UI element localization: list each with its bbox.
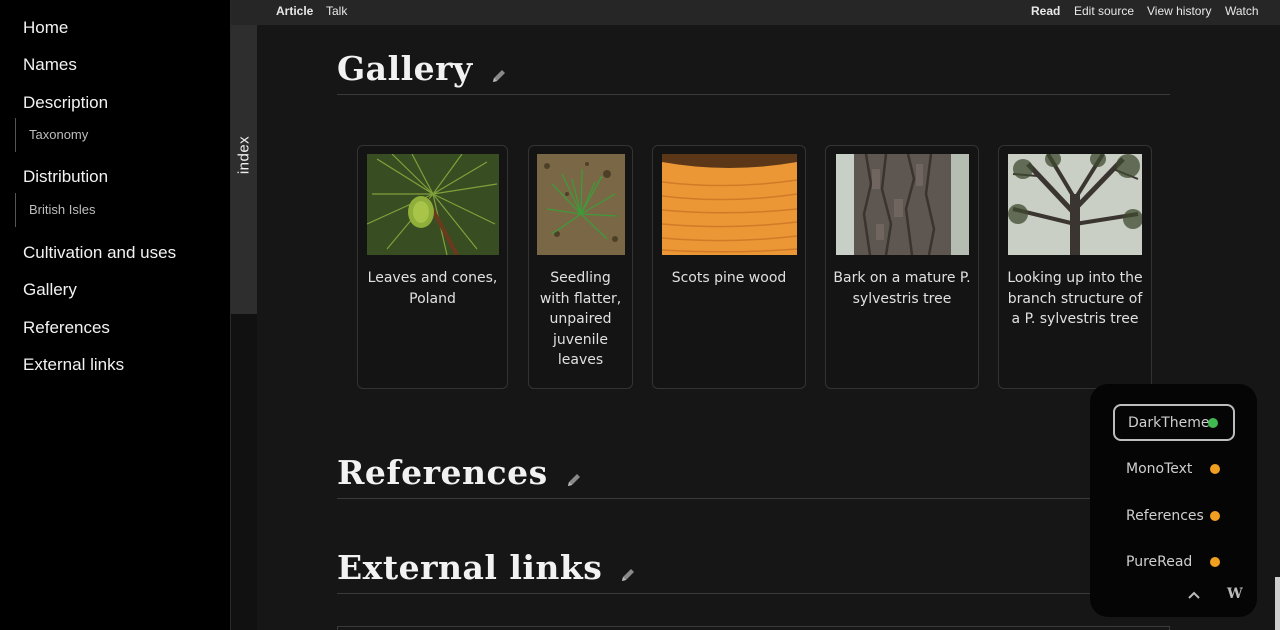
gallery-caption: Leaves and cones, Poland bbox=[367, 270, 498, 307]
gallery-item[interactable]: Scots pine wood bbox=[652, 145, 806, 389]
index-toggle-tab[interactable]: index bbox=[231, 25, 257, 314]
wood-grain-image[interactable] bbox=[662, 154, 797, 255]
toc-item-cultivation[interactable]: Cultivation and uses bbox=[23, 243, 176, 263]
toc-item-names[interactable]: Names bbox=[23, 55, 77, 75]
gallery-caption: Scots pine wood bbox=[671, 270, 787, 286]
tab-edit-source[interactable]: Edit source bbox=[1074, 0, 1134, 25]
wikipedia-logo-icon[interactable]: W bbox=[1227, 586, 1243, 602]
toc-item-gallery[interactable]: Gallery bbox=[23, 280, 77, 300]
heading-references: References bbox=[337, 453, 548, 492]
toc-item-references[interactable]: References bbox=[23, 318, 110, 338]
theme-option-label: References bbox=[1126, 507, 1204, 524]
branches-image[interactable] bbox=[1008, 154, 1142, 255]
theme-option-references[interactable]: References bbox=[1113, 497, 1235, 534]
gallery-caption: Bark on a mature P. sylvestris tree bbox=[833, 270, 971, 307]
tab-article[interactable]: Article bbox=[276, 0, 313, 25]
sidebar-toc: Home Names Description Taxonomy Distribu… bbox=[0, 0, 231, 630]
scrollbar-edge bbox=[1275, 577, 1280, 630]
external-links-box bbox=[337, 626, 1170, 630]
index-tab-label: index bbox=[235, 135, 253, 175]
tab-talk[interactable]: Talk bbox=[326, 0, 347, 25]
theme-option-pureread[interactable]: PureRead bbox=[1113, 543, 1235, 580]
status-dot bbox=[1210, 510, 1220, 521]
pencil-icon[interactable] bbox=[490, 67, 508, 85]
gallery-item[interactable]: Seedling with flatter, unpaired juvenile… bbox=[528, 145, 633, 389]
tab-watch[interactable]: Watch bbox=[1225, 0, 1259, 25]
gallery-caption: Seedling with flatter, unpaired juvenile… bbox=[539, 270, 622, 368]
toc-item-external-links[interactable]: External links bbox=[23, 355, 124, 375]
theme-option-monotext[interactable]: MonoText bbox=[1113, 450, 1235, 487]
theme-option-label: MonoText bbox=[1126, 460, 1193, 477]
theme-switcher-panel: DarkTheme MonoText References PureRead W bbox=[1090, 384, 1257, 617]
pine-needles-cone-image[interactable] bbox=[367, 154, 499, 255]
section-heading-references: References bbox=[337, 451, 1170, 499]
toc-item-description[interactable]: Description bbox=[23, 93, 108, 113]
theme-option-darktheme[interactable]: DarkTheme bbox=[1113, 404, 1235, 441]
bark-image[interactable] bbox=[836, 154, 969, 255]
toc-subitem-taxonomy[interactable]: Taxonomy bbox=[15, 118, 88, 152]
heading-external-links: External links bbox=[337, 548, 603, 587]
gallery-caption: Looking up into the branch structure of … bbox=[1007, 270, 1143, 327]
pencil-icon[interactable] bbox=[565, 471, 583, 489]
chevron-up-icon[interactable] bbox=[1186, 588, 1202, 602]
status-dot bbox=[1210, 556, 1220, 567]
section-heading-gallery: Gallery bbox=[337, 47, 1170, 95]
toc-item-home[interactable]: Home bbox=[23, 18, 68, 38]
gallery-item[interactable]: Bark on a mature P. sylvestris tree bbox=[825, 145, 979, 389]
gallery-item[interactable]: Looking up into the branch structure of … bbox=[998, 145, 1152, 389]
heading-gallery: Gallery bbox=[337, 49, 473, 88]
status-dot bbox=[1210, 463, 1220, 474]
page-tabs-bar: Article Talk Read Edit source View histo… bbox=[231, 0, 1280, 25]
pencil-icon[interactable] bbox=[619, 566, 637, 584]
toc-subitem-british-isles[interactable]: British Isles bbox=[15, 193, 95, 227]
gallery-item[interactable]: Leaves and cones, Poland bbox=[357, 145, 508, 389]
tab-read[interactable]: Read bbox=[1031, 0, 1060, 25]
toc-item-distribution[interactable]: Distribution bbox=[23, 167, 108, 187]
theme-option-label: DarkTheme bbox=[1128, 414, 1210, 431]
tab-view-history[interactable]: View history bbox=[1147, 0, 1211, 25]
theme-option-label: PureRead bbox=[1126, 553, 1193, 570]
status-dot bbox=[1208, 417, 1218, 428]
seedling-image[interactable] bbox=[537, 154, 625, 255]
section-heading-external-links: External links bbox=[337, 546, 1170, 594]
